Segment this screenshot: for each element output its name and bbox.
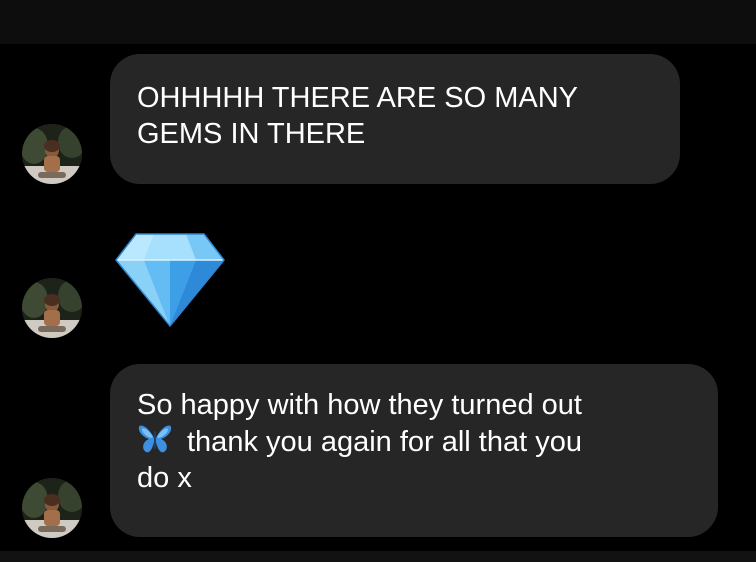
avatar-photo [22, 124, 82, 184]
message-bubble[interactable]: OHHHHH THERE ARE SO MANY GEMS IN THERE [110, 54, 680, 184]
message-line: So happy with how they turned out [137, 389, 582, 421]
gem-stone-icon[interactable] [114, 230, 226, 328]
avatar[interactable] [22, 278, 82, 338]
butterfly-icon [138, 425, 172, 453]
avatar[interactable] [22, 124, 82, 184]
avatar-photo [22, 278, 82, 338]
message-line: GEMS IN THERE [137, 118, 366, 150]
chat-screen: OHHHHH THERE ARE SO MANY GEMS IN THERE S… [0, 0, 756, 562]
avatar-photo [22, 478, 82, 538]
message-line-with-emoji: thank you again for all that you [137, 423, 694, 460]
message-line: OHHHHH THERE ARE SO MANY [137, 82, 578, 114]
message-text: thank you again for all that you [187, 426, 582, 458]
header-bar [0, 0, 756, 44]
message-bubble[interactable]: So happy with how they turned out thank … [110, 364, 718, 537]
message-line: do x [137, 462, 192, 494]
composer-edge [0, 551, 756, 562]
avatar[interactable] [22, 478, 82, 538]
